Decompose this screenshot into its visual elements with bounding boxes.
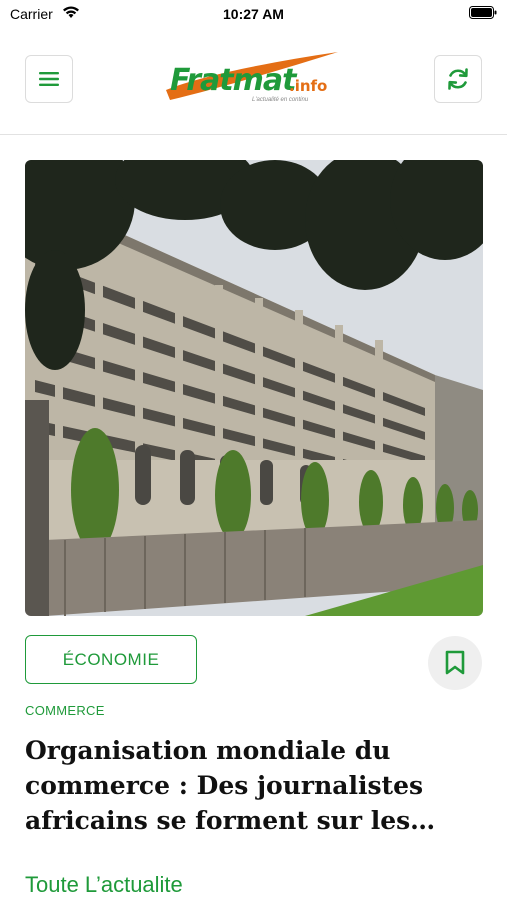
- refresh-icon: [448, 68, 468, 90]
- refresh-button[interactable]: [434, 55, 482, 103]
- article-subcategory: COMMERCE: [25, 703, 105, 718]
- logo-wordmark: Fratmat: [170, 63, 296, 98]
- bookmark-icon: [445, 650, 465, 675]
- status-bar: Carrier 10:27 AM: [0, 0, 507, 30]
- article-image[interactable]: [25, 160, 483, 616]
- menu-button[interactable]: [25, 55, 73, 103]
- logo-suffix: .info: [289, 77, 328, 95]
- status-time: 10:27 AM: [223, 6, 284, 22]
- article-title[interactable]: Organisation mondiale du commerce : Des …: [25, 733, 465, 838]
- bookmark-button[interactable]: [428, 636, 482, 690]
- all-news-link[interactable]: Toute L’actualite: [25, 872, 183, 898]
- category-tag[interactable]: ÉCONOMIE: [25, 635, 197, 684]
- brand-logo: Fratmat .info L'actualité en continu: [160, 48, 345, 110]
- logo-tagline: L'actualité en continu: [252, 97, 309, 103]
- app-header: Fratmat .info L'actualité en continu: [0, 30, 507, 135]
- hamburger-menu-icon: [39, 72, 59, 86]
- battery-icon: [469, 6, 497, 19]
- building-photo: [25, 160, 483, 616]
